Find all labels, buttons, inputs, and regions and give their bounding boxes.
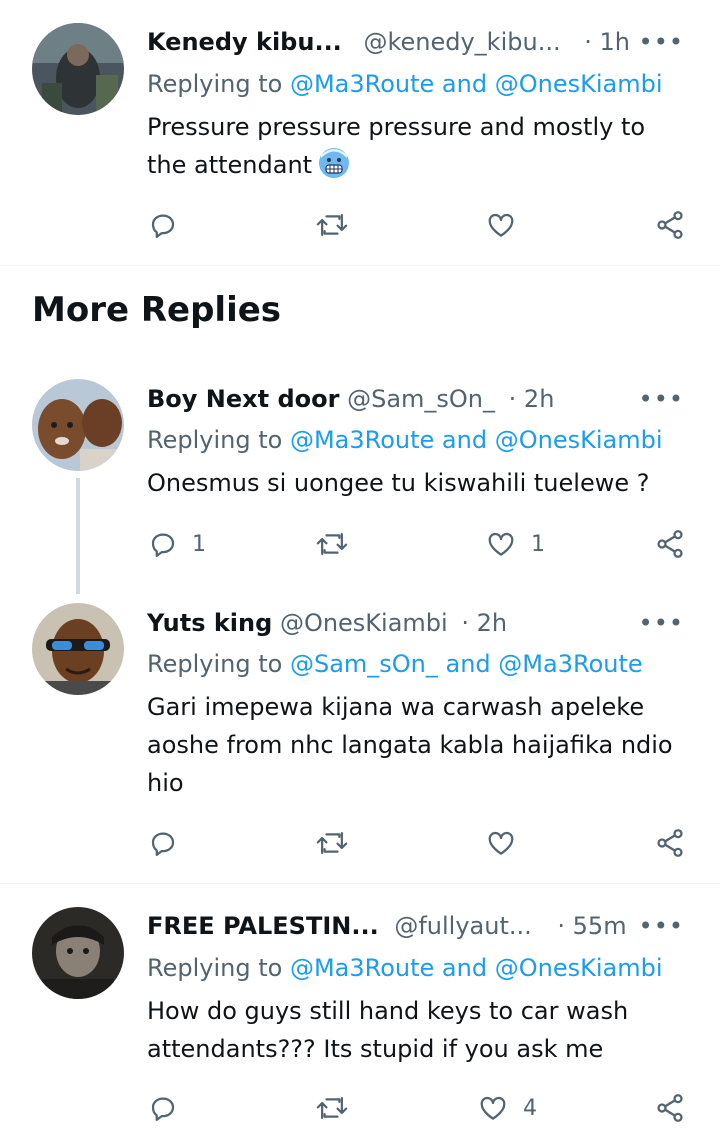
author-handle[interactable]: @fullyaut... bbox=[394, 912, 531, 940]
tweet[interactable]: Kenedy kibu... @kenedy_kibu... · 1h ••• … bbox=[0, 0, 720, 265]
reply-icon bbox=[151, 832, 175, 856]
retweet-icon bbox=[316, 832, 348, 854]
avatar[interactable] bbox=[32, 907, 124, 999]
timestamp[interactable]: · 55m bbox=[557, 912, 626, 940]
avatar[interactable] bbox=[32, 379, 124, 471]
reply-icon bbox=[151, 533, 175, 557]
avatar[interactable] bbox=[32, 603, 124, 695]
reply-button[interactable] bbox=[148, 1088, 192, 1128]
author-name[interactable]: FREE PALESTIN... bbox=[147, 912, 379, 940]
replying-to-label: Replying to bbox=[147, 426, 283, 454]
more-options-icon[interactable]: ••• bbox=[639, 609, 684, 637]
like-button[interactable]: 4 bbox=[477, 1088, 537, 1128]
tweet[interactable]: Yuts king @OnesKiambi · 2h ••• Replying … bbox=[0, 590, 720, 883]
share-icon bbox=[657, 211, 683, 239]
share-button[interactable] bbox=[654, 1088, 686, 1128]
share-button[interactable] bbox=[654, 205, 686, 245]
retweet-button[interactable] bbox=[316, 524, 348, 564]
tweet[interactable]: Boy Next door @Sam_sOn_ · 2h ••• Replyin… bbox=[0, 365, 720, 590]
tweet-text-line: Onesmus si uongee tu kiswahili tuelewe ? bbox=[147, 469, 650, 497]
timestamp[interactable]: · 2h bbox=[461, 609, 507, 637]
reply-count: 1 bbox=[192, 531, 206, 557]
share-icon bbox=[657, 1094, 683, 1122]
like-count: 1 bbox=[531, 531, 545, 557]
author-name[interactable]: Yuts king bbox=[147, 609, 272, 637]
retweet-icon bbox=[316, 1097, 348, 1119]
tweet-text-line: How do guys still hand keys to car wash bbox=[147, 997, 629, 1025]
like-button[interactable] bbox=[485, 205, 531, 245]
timestamp[interactable]: · 2h bbox=[509, 385, 555, 413]
tweet-text-line: Pressure pressure pressure and mostly to bbox=[147, 113, 646, 141]
replying-to: Replying to @Ma3Route and @OnesKiambi bbox=[147, 954, 662, 982]
replying-to-link[interactable]: @Sam_sOn_ and @Ma3Route bbox=[290, 650, 643, 678]
heart-icon bbox=[488, 213, 514, 237]
author-name[interactable]: Boy Next door bbox=[147, 385, 339, 413]
replying-to: Replying to @Sam_sOn_ and @Ma3Route bbox=[147, 650, 643, 678]
reply-icon bbox=[151, 214, 175, 238]
share-button[interactable] bbox=[654, 524, 686, 564]
author-handle[interactable]: @Sam_sOn_ bbox=[347, 385, 495, 413]
replying-to: Replying to @Ma3Route and @OnesKiambi bbox=[147, 426, 662, 454]
retweet-icon bbox=[316, 214, 348, 236]
replying-to-link[interactable]: @Ma3Route and @OnesKiambi bbox=[290, 954, 663, 982]
tweet-text: Pressure pressure pressure and mostly to… bbox=[147, 108, 697, 184]
like-count: 4 bbox=[523, 1095, 537, 1121]
tweet-text-line: aoshe from nhc langata kabla haijafika n… bbox=[147, 731, 673, 759]
replying-to-link[interactable]: @Ma3Route and @OnesKiambi bbox=[290, 426, 663, 454]
avatar[interactable] bbox=[32, 23, 124, 115]
heart-icon bbox=[480, 1096, 506, 1120]
divider bbox=[0, 265, 720, 266]
heart-icon bbox=[488, 532, 514, 556]
more-replies-heading: More Replies bbox=[32, 290, 282, 330]
tweet-text-line: Gari imepewa kijana wa carwash apeleke bbox=[147, 693, 645, 721]
replying-to-label: Replying to bbox=[147, 70, 283, 98]
like-button[interactable]: 1 bbox=[485, 524, 545, 564]
more-options-icon[interactable]: ••• bbox=[639, 912, 684, 940]
author-handle[interactable]: @kenedy_kibu... bbox=[363, 28, 560, 56]
replying-to-label: Replying to bbox=[147, 650, 283, 678]
reply-button[interactable]: 1 bbox=[148, 524, 206, 564]
more-options-icon[interactable]: ••• bbox=[639, 28, 684, 56]
like-button[interactable] bbox=[485, 823, 531, 863]
replying-to-label: Replying to bbox=[147, 954, 283, 982]
reply-button[interactable] bbox=[148, 823, 192, 863]
retweet-button[interactable] bbox=[316, 823, 348, 863]
retweet-icon bbox=[316, 533, 348, 555]
tweet-text-line: attendants??? Its stupid if you ask me bbox=[147, 1035, 604, 1063]
retweet-button[interactable] bbox=[316, 1088, 348, 1128]
share-button[interactable] bbox=[654, 823, 686, 863]
retweet-button[interactable] bbox=[316, 205, 348, 245]
share-icon bbox=[657, 829, 683, 857]
tweet-text-line: the attendant bbox=[147, 146, 697, 184]
tweet[interactable]: FREE PALESTIN... @fullyaut... · 55m ••• … bbox=[0, 884, 720, 1143]
tweet-text: Gari imepewa kijana wa carwash apeleke a… bbox=[147, 688, 697, 802]
timestamp[interactable]: · 1h bbox=[584, 28, 630, 56]
replying-to-link[interactable]: @Ma3Route and @OnesKiambi bbox=[290, 70, 663, 98]
heart-icon bbox=[488, 831, 514, 855]
reply-button[interactable] bbox=[148, 205, 192, 245]
author-handle[interactable]: @OnesKiambi bbox=[280, 609, 448, 637]
author-name[interactable]: Kenedy kibu... bbox=[147, 28, 342, 56]
tweet-text-line: hio bbox=[147, 769, 184, 797]
tweet-text: How do guys still hand keys to car wash … bbox=[147, 992, 697, 1068]
cold-face-emoji-icon bbox=[319, 148, 350, 178]
reply-icon bbox=[151, 1097, 175, 1121]
replying-to: Replying to @Ma3Route and @OnesKiambi bbox=[147, 70, 662, 98]
tweet-text: Onesmus si uongee tu kiswahili tuelewe ? bbox=[147, 464, 697, 502]
more-options-icon[interactable]: ••• bbox=[639, 385, 684, 413]
share-icon bbox=[657, 530, 683, 558]
